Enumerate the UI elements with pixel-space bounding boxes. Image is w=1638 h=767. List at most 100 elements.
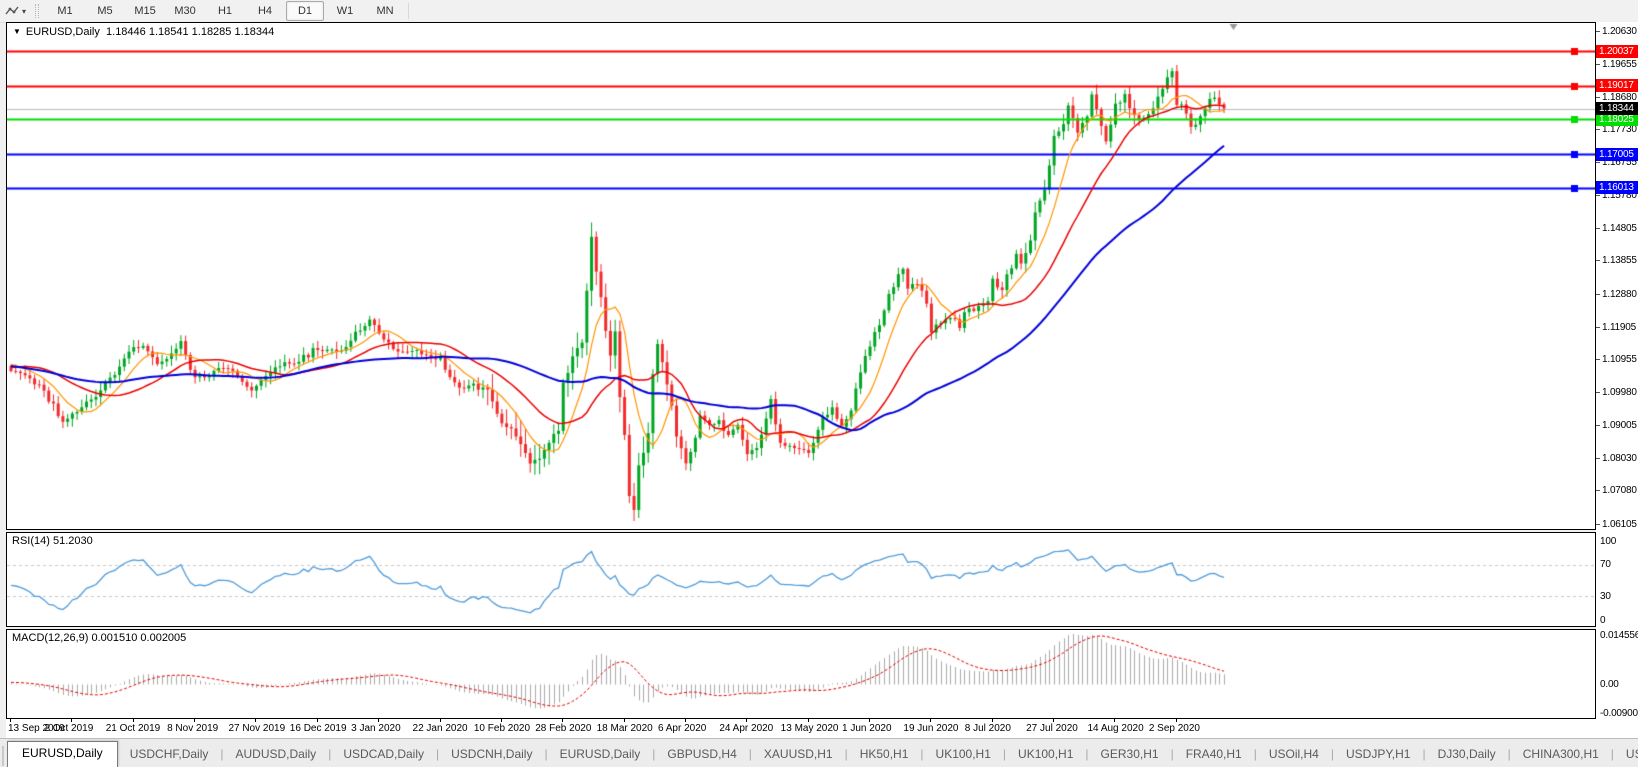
price-tick: 1.09980 [1596, 386, 1638, 398]
tick-dash [1596, 97, 1600, 98]
date-tick [562, 719, 563, 722]
chart-tab-ger30-h1[interactable]: GER30,H1 [1089, 743, 1171, 767]
date-label: 13 May 2020 [781, 723, 839, 734]
price-tick: 1.08030 [1596, 453, 1638, 465]
date-label: 16 Dec 2019 [290, 723, 347, 734]
chart-tab-fra40-h1[interactable]: FRA40,H1 [1174, 743, 1254, 767]
chart-title-ohlc: 1.18446 1.18541 1.18285 1.18344 [106, 26, 274, 38]
tick-dash [1596, 392, 1600, 393]
timeframe-button-m30[interactable]: M30 [166, 1, 204, 21]
timeframe-toolbar: ▾ M1M5M15M30H1H4D1W1MN [0, 0, 1638, 23]
rsi-label: RSI(14) 51.2030 [12, 535, 93, 547]
tick-dash [1596, 359, 1600, 360]
toolbar-separator [408, 3, 409, 19]
chart-title: ▼ EURUSD,Daily 1.18446 1.18541 1.18285 1.… [13, 26, 274, 38]
chart-tab-usoil-h4[interactable]: USOil,H4 [1257, 743, 1331, 767]
tick-dash [1596, 195, 1600, 196]
tick-dash [1596, 64, 1600, 65]
date-tick [255, 719, 256, 722]
date-label: 8 Nov 2019 [167, 723, 218, 734]
date-label: 2 Oct 2019 [44, 723, 93, 734]
price-tick: 1.11905 [1596, 321, 1638, 333]
date-label: 27 Jul 2020 [1026, 723, 1078, 734]
tick-dash [1596, 425, 1600, 426]
chart-tab-eurusd-daily[interactable]: EURUSD,Daily [7, 741, 118, 767]
date-tick [992, 719, 993, 722]
level-price-label: 1.19017 [1596, 79, 1638, 92]
chart-tab-eurusd-daily[interactable]: EURUSD,Daily [548, 743, 653, 767]
rsi-tick: 100 [1596, 535, 1638, 547]
macd-label: MACD(12,26,9) 0.001510 0.002005 [12, 632, 186, 644]
chart-tab-hk50-h1[interactable]: HK50,H1 [848, 743, 921, 767]
chart-menu-icon[interactable]: ▼ [13, 27, 21, 36]
level-price-label: 1.20037 [1596, 45, 1638, 58]
timeframe-button-w1[interactable]: W1 [326, 1, 364, 21]
date-tick [71, 719, 72, 722]
tick-dash [1596, 524, 1600, 525]
price-chart-panel: ▼ EURUSD,Daily 1.18446 1.18541 1.18285 1.… [6, 22, 1596, 530]
toolbar-grip[interactable] [35, 4, 39, 18]
rsi-tick: 0 [1596, 614, 1638, 626]
date-tick [1114, 719, 1115, 722]
timeframe-button-h4[interactable]: H4 [246, 1, 284, 21]
chart-tab-usdchf-daily[interactable]: USDCHF,Daily [118, 743, 221, 767]
date-tick [1176, 719, 1177, 722]
current-price-label: 1.18344 [1596, 102, 1638, 115]
chart-tab-usoil-h1[interactable]: USOil,H1 [1614, 743, 1638, 767]
date-label: 22 Jan 2020 [413, 723, 468, 734]
price-chart-canvas[interactable] [7, 23, 1595, 529]
tick-dash [1596, 129, 1600, 130]
rsi-panel: RSI(14) 51.2030 [6, 532, 1596, 627]
chart-tab-dj30-daily[interactable]: DJ30,Daily [1426, 743, 1508, 767]
macd-canvas[interactable] [7, 630, 1595, 718]
chart-tab-usdcnh-daily[interactable]: USDCNH,Daily [439, 743, 544, 767]
rsi-tick: 70 [1596, 559, 1638, 571]
date-tick [378, 719, 379, 722]
date-tick [501, 719, 502, 722]
date-tick [808, 719, 809, 722]
chart-title-symbol: EURUSD,Daily [26, 26, 100, 38]
date-tick [930, 719, 931, 722]
chart-tab-uk100-h1[interactable]: UK100,H1 [924, 743, 1003, 767]
chart-tab-china300-h1[interactable]: CHINA300,H1 [1511, 743, 1611, 767]
tick-dash [1596, 458, 1600, 459]
level-price-label: 1.16013 [1596, 181, 1638, 194]
timeframe-button-mn[interactable]: MN [366, 1, 404, 21]
date-label: 1 Jun 2020 [842, 723, 892, 734]
chart-line-icon[interactable] [3, 3, 21, 19]
date-tick [10, 719, 11, 722]
chevron-down-icon[interactable]: ▾ [22, 7, 26, 16]
tick-dash [1596, 31, 1600, 32]
date-tick [133, 719, 134, 722]
chart-tab-uk100-h1[interactable]: UK100,H1 [1006, 743, 1085, 767]
chart-tab-bar: EURUSD,DailyUSDCHF,Daily|AUDUSD,Daily|US… [0, 738, 1638, 767]
level-price-label: 1.17005 [1596, 148, 1638, 161]
date-label: 6 Apr 2020 [658, 723, 706, 734]
date-label: 8 Jul 2020 [965, 723, 1011, 734]
date-label: 18 Mar 2020 [597, 723, 653, 734]
rsi-canvas[interactable] [7, 533, 1595, 626]
tick-dash [1596, 228, 1600, 229]
timeframe-button-d1[interactable]: D1 [286, 1, 324, 21]
date-label: 21 Oct 2019 [106, 723, 160, 734]
date-label: 28 Feb 2020 [535, 723, 591, 734]
date-label: 27 Nov 2019 [228, 723, 285, 734]
price-tick: 1.14805 [1596, 223, 1638, 235]
timeframe-button-h1[interactable]: H1 [206, 1, 244, 21]
rsi-tick: 30 [1596, 590, 1638, 602]
timeframe-button-m15[interactable]: M15 [126, 1, 164, 21]
date-tick [440, 719, 441, 722]
chart-tab-usdcad-daily[interactable]: USDCAD,Daily [331, 743, 436, 767]
chart-tab-gbpusd-h4[interactable]: GBPUSD,H4 [655, 743, 748, 767]
tick-dash [1596, 294, 1600, 295]
chart-tab-audusd-daily[interactable]: AUDUSD,Daily [224, 743, 329, 767]
timeframe-button-m5[interactable]: M5 [86, 1, 124, 21]
chart-tab-xauusd-h1[interactable]: XAUUSD,H1 [752, 743, 845, 767]
date-tick [317, 719, 318, 722]
tick-dash [1596, 490, 1600, 491]
date-tick [1053, 719, 1054, 722]
tabbar-grip[interactable] [2, 746, 4, 766]
timeframe-button-m1[interactable]: M1 [46, 1, 84, 21]
chart-tab-usdjpy-h1[interactable]: USDJPY,H1 [1334, 743, 1422, 767]
tabs: EURUSD,DailyUSDCHF,Daily|AUDUSD,Daily|US… [7, 741, 1638, 767]
